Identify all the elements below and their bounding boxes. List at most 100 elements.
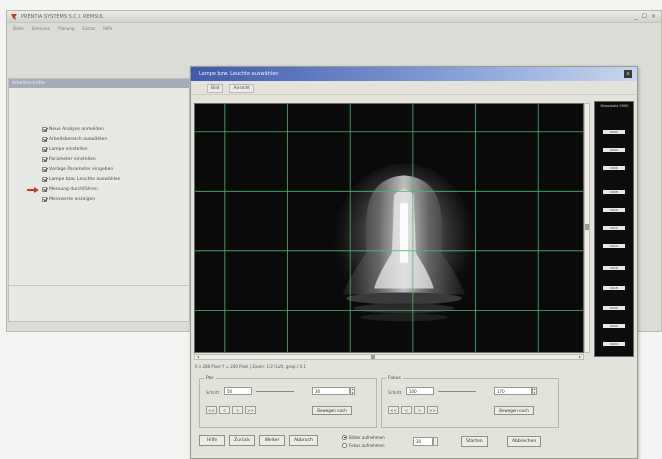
step-item[interactable]: Arbeitsbereich auswählen	[42, 134, 121, 144]
scroll-left-icon[interactable]: ◂	[195, 355, 201, 359]
move-to-button[interactable]: Bewegen nach	[494, 406, 534, 415]
step-checkbox[interactable]	[42, 186, 47, 192]
step-forward-button[interactable]: >	[414, 406, 425, 414]
main-menubar: Datei Sensoren Planung Extras Hilfe	[7, 24, 661, 33]
lamp-preview-image	[195, 104, 583, 352]
scale-tick: 0010	[603, 208, 625, 212]
dialog-button-row: Hilfe Zurück Weiter Abbruch	[199, 435, 318, 446]
menu-datei[interactable]: Datei	[13, 24, 24, 33]
step-item[interactable]: Lampe einstellen	[42, 144, 121, 154]
step-forward-fast-button[interactable]: >>	[245, 406, 256, 414]
step-back-fast-button[interactable]: <<	[206, 406, 217, 414]
radio-dot-icon[interactable]	[342, 442, 347, 448]
step-item-active[interactable]: Lampe bzw. Leuchte auswählen	[42, 174, 121, 184]
radio-focus[interactable]: Fokus aufnehmen	[342, 441, 385, 449]
scroll-right-icon[interactable]: ▸	[577, 355, 583, 359]
scale-tick: 0014	[603, 244, 625, 248]
step-item[interactable]: Messwerte anzeigen	[42, 194, 121, 204]
step-arrows: << < > >>	[388, 406, 438, 414]
step-back-button[interactable]: <	[219, 406, 230, 414]
camera-preview[interactable]	[194, 103, 584, 353]
current-step-arrow-icon	[27, 187, 39, 193]
step-checkbox[interactable]	[42, 126, 47, 132]
step-checkbox[interactable]	[42, 196, 47, 202]
step-back-button[interactable]: <	[401, 406, 412, 414]
steps-panel: Arbeitsschritte Neue Analyse anmelden Ar…	[8, 78, 190, 322]
app-logo-icon	[11, 14, 17, 20]
abort-button[interactable]: Abbrechen	[507, 436, 542, 447]
main-titlebar[interactable]: PRENTIA SYSTEMS S.C.I. REMSUL _ ☐ ×	[7, 11, 661, 23]
menu-bild[interactable]: Bild	[207, 83, 224, 93]
menu-sensoren[interactable]: Sensoren	[32, 24, 51, 33]
steps-list: Neue Analyse anmelden Arbeitsbereich aus…	[42, 124, 121, 204]
step-forward-fast-button[interactable]: >>	[427, 406, 438, 414]
scale-tick: 0002	[603, 130, 625, 134]
step-checkbox[interactable]	[42, 156, 47, 162]
target-input[interactable]: 30	[312, 387, 350, 395]
horizontal-scrollbar[interactable]: ◂ ▸	[194, 354, 584, 360]
help-button[interactable]: Hilfe	[199, 435, 225, 446]
scroll-thumb[interactable]	[585, 224, 589, 230]
spin-arrows-icon[interactable]: ▴ ▾	[350, 387, 355, 395]
count-spin-icon[interactable]	[433, 437, 438, 446]
step-input[interactable]: 50	[224, 387, 252, 395]
next-button[interactable]: Weiter	[259, 435, 285, 446]
vertical-scrollbar[interactable]	[584, 103, 590, 353]
radio-images[interactable]: Bilder aufnehmen	[342, 433, 385, 441]
capture-mode-radio-group: Bilder aufnehmen Fokus aufnehmen	[342, 433, 385, 449]
step-input[interactable]: 100	[406, 387, 434, 395]
menu-planung[interactable]: Planung	[58, 24, 74, 33]
focus-group: Fokus Schritt 100 170 ▴ ▾ << < > >> Beweg…	[381, 376, 559, 428]
step-checkbox[interactable]	[42, 146, 47, 152]
position-group: Pos Schritt 50 30 ▴ ▾ << < > >> Bewegen n…	[199, 376, 377, 428]
move-to-button[interactable]: Bewegen nach	[312, 406, 352, 415]
step-checkbox[interactable]	[42, 136, 47, 142]
step-back-fast-button[interactable]: <<	[388, 406, 399, 414]
step-item[interactable]: Messung durchführen	[42, 184, 121, 194]
step-arrows: << < > >>	[206, 406, 256, 414]
count-input[interactable]: 30	[413, 437, 433, 446]
step-item[interactable]: Vorlage Parameter eingeben	[42, 164, 121, 174]
step-label: Schritt	[388, 390, 402, 395]
menu-hilfe[interactable]: Hilfe	[103, 24, 112, 33]
main-window-title: PRENTIA SYSTEMS S.C.I. REMSUL	[21, 14, 104, 20]
dialog-menubar: Bild Ansicht	[191, 82, 637, 95]
group-legend: Fokus	[386, 376, 403, 381]
scroll-thumb[interactable]	[371, 355, 375, 359]
window-controls[interactable]: _ ☐ ×	[635, 13, 657, 20]
measuring-scale: Messskala 0000 0002 0004 0006 0008 0010 …	[594, 101, 634, 357]
scale-tick: 0018	[603, 286, 625, 290]
status-line: 0 x 288 Pixel Y = 240 Pixel | Zoom: 1/2 …	[195, 364, 306, 369]
slider-track[interactable]	[256, 391, 294, 392]
slider-track[interactable]	[438, 391, 476, 392]
step-checkbox[interactable]	[42, 176, 47, 182]
lamp-select-dialog: Lampe bzw. Leuchte auswählen x Bild Ansi…	[190, 66, 638, 459]
spin-arrows-icon[interactable]: ▴ ▾	[532, 387, 537, 395]
scale-tick: 0006	[603, 166, 625, 170]
step-item[interactable]: Neue Analyse anmelden	[42, 124, 121, 134]
dialog-title: Lampe bzw. Leuchte auswählen	[199, 71, 279, 77]
group-legend: Pos	[204, 376, 216, 381]
steps-header: Arbeitsschritte	[9, 79, 189, 88]
back-button[interactable]: Zurück	[229, 435, 255, 446]
menu-ansicht[interactable]: Ansicht	[229, 83, 255, 93]
step-checkbox[interactable]	[42, 166, 47, 172]
step-item[interactable]: Parameter einstellen	[42, 154, 121, 164]
scale-tick: 0016	[603, 266, 625, 270]
menu-extras[interactable]: Extras	[82, 24, 95, 33]
steps-divider	[9, 285, 189, 286]
scale-tick: 0022	[603, 324, 625, 328]
scale-tick: 0004	[603, 148, 625, 152]
cancel-button[interactable]: Abbruch	[289, 435, 318, 446]
step-forward-button[interactable]: >	[232, 406, 243, 414]
start-button[interactable]: Starten	[461, 436, 488, 447]
step-label: Schritt	[206, 390, 220, 395]
scale-tick: 0024	[603, 342, 625, 346]
scale-tick: 0008	[603, 190, 625, 194]
dialog-titlebar[interactable]: Lampe bzw. Leuchte auswählen x	[191, 67, 637, 81]
scale-header: Messskala 0000	[600, 104, 629, 108]
radio-dot-icon[interactable]	[342, 434, 347, 440]
target-input[interactable]: 170	[494, 387, 532, 395]
scale-tick: 0020	[603, 306, 625, 310]
close-icon[interactable]: x	[624, 70, 632, 78]
